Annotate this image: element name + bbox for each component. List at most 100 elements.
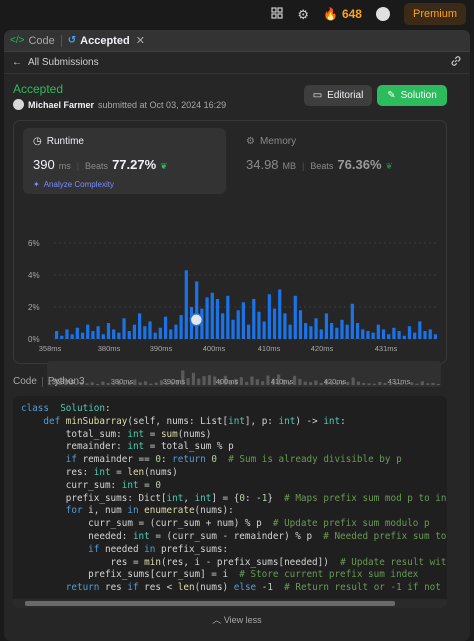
memory-card[interactable]: ⚙ Memory 34.98 MB | Beats 76.36% ❦	[236, 128, 436, 194]
solution-label: Solution	[400, 90, 437, 101]
code-line: def minSubarray(self, nums: List[int], p…	[43, 415, 346, 427]
range-bar	[319, 382, 323, 385]
streak-counter[interactable]: 🔥 648	[323, 7, 362, 21]
range-tick-label: 420ms	[324, 377, 347, 386]
range-bar	[356, 381, 361, 385]
chart-bar	[257, 311, 261, 339]
book-icon: ▭	[312, 90, 323, 101]
chart-bar	[314, 318, 318, 339]
back-to-submissions[interactable]: ← All Submissions	[12, 57, 99, 68]
user-name[interactable]: Michael Farmer	[28, 100, 94, 110]
code-line: for i, num in enumerate(nums):	[65, 505, 234, 517]
tab-accepted[interactable]: ↺ Accepted ✕	[67, 34, 145, 48]
chart-bar	[153, 332, 157, 339]
submission-byline: Michael Farmer submitted at Oct 03, 2024…	[13, 99, 226, 110]
x-tick-label: 410ms	[258, 344, 281, 353]
tab-code-label: Code	[28, 34, 55, 47]
horizontal-scrollbar[interactable]	[13, 599, 447, 608]
submissions-header: ← All Submissions	[4, 52, 470, 74]
view-less-button[interactable]: ︿ View less	[4, 613, 470, 626]
range-tick-label: 431ms	[388, 377, 411, 386]
chart-bar	[101, 334, 105, 339]
chart-bar	[418, 321, 422, 339]
code-icon: </>	[10, 35, 25, 46]
chart-bar	[355, 323, 360, 339]
sparkle-icon: ✦	[33, 180, 40, 189]
chart-bar	[70, 334, 74, 339]
gear-icon[interactable]: ⚙	[297, 8, 309, 21]
chart-bar	[163, 316, 168, 339]
chart-bar	[402, 335, 406, 339]
y-tick-label: 4%	[28, 271, 40, 280]
range-bar	[143, 381, 148, 385]
chart-bar	[117, 332, 121, 339]
range-bar	[436, 383, 440, 385]
chart-bar	[288, 324, 292, 339]
chart-bar	[236, 310, 240, 339]
chart-bar	[361, 329, 365, 339]
chart-bar	[272, 308, 277, 339]
close-icon[interactable]: ✕	[136, 34, 145, 47]
selected-runtime-marker	[189, 313, 204, 327]
analyze-complexity-link[interactable]: ✦ Analyze Complexity	[33, 180, 216, 189]
range-bar	[197, 378, 201, 385]
range-tick-label: 410ms	[271, 377, 294, 386]
range-bar	[266, 375, 270, 385]
memory-row: 34.98 MB | Beats 76.36% ❦	[246, 157, 426, 172]
runtime-header: ◷ Runtime	[33, 136, 216, 147]
clock-icon: ◷	[33, 136, 42, 147]
history-icon: ↺	[67, 35, 77, 46]
chart-bar	[319, 329, 323, 339]
editorial-button[interactable]: ▭ Editorial	[304, 85, 372, 106]
chart-bar	[413, 332, 417, 339]
range-bar	[255, 379, 259, 385]
chart-bar	[241, 302, 246, 339]
tab-code[interactable]: </> Code	[10, 35, 55, 47]
range-bar	[133, 379, 137, 385]
chevron-up-icon: ︿	[212, 615, 222, 625]
chart-bar	[138, 313, 142, 339]
range-bar	[85, 383, 89, 385]
chart-bar	[148, 321, 152, 339]
runtime-card[interactable]: ◷ Runtime 390 ms | Beats 77.27% ❦ ✦ Anal…	[23, 128, 226, 194]
code-line: res = min(res, i - prefix_sums[needed]) …	[21, 556, 447, 568]
memory-beats-pct: 76.36%	[337, 157, 382, 172]
user-avatar[interactable]	[13, 99, 24, 110]
avatar[interactable]	[375, 7, 390, 21]
range-bar	[298, 378, 302, 385]
chart-bar	[132, 324, 137, 339]
range-bar	[415, 383, 419, 385]
edit-icon: ✎	[387, 90, 396, 101]
chart-bar	[80, 332, 85, 339]
range-selector[interactable]: 358ms 380ms 390ms 400ms 410ms 420ms 431ms	[47, 361, 441, 387]
chart-bar	[387, 334, 391, 339]
chart-bar	[278, 289, 282, 339]
chart-bar	[340, 319, 344, 339]
premium-button[interactable]: Premium	[403, 3, 466, 25]
scrollbar-thumb[interactable]	[25, 601, 395, 606]
analyze-label: Analyze Complexity	[43, 180, 114, 189]
leaf-icon: ❦	[160, 161, 168, 171]
code-viewer[interactable]: class Solution: def minSubarray(self, nu…	[13, 396, 447, 608]
chart-bar	[366, 331, 370, 339]
range-tick-label: 380ms	[111, 377, 134, 386]
range-bar	[383, 382, 387, 385]
range-bar	[367, 383, 371, 385]
range-bar	[101, 381, 105, 385]
link-icon[interactable]	[450, 55, 462, 70]
solution-button[interactable]: ✎ Solution	[377, 85, 447, 106]
range-bar	[261, 381, 265, 385]
code-line: class Solution:	[21, 403, 111, 414]
x-tick-label: 380ms	[98, 344, 121, 353]
divider: |	[302, 161, 305, 171]
runtime-distribution-chart[interactable]: 0% 2% 4% 6% 358ms 380ms 390ms 400ms 410ms 420ms 43…	[24, 227, 442, 355]
submission-panel: </> Code ↺ Accepted ✕ ← All Submissions …	[4, 30, 470, 641]
range-bar	[431, 382, 435, 385]
code-line: curr_sum: int = 0	[21, 479, 161, 491]
chart-bar	[96, 326, 100, 339]
chart-bar	[158, 327, 162, 339]
code-line: return res if res < len(nums) else -1 # …	[65, 582, 447, 594]
layout-icon[interactable]	[271, 7, 283, 21]
code-line: total_sum: int = sum(nums)	[21, 428, 212, 440]
code-line: if needed in prefix_sums:	[88, 543, 229, 555]
